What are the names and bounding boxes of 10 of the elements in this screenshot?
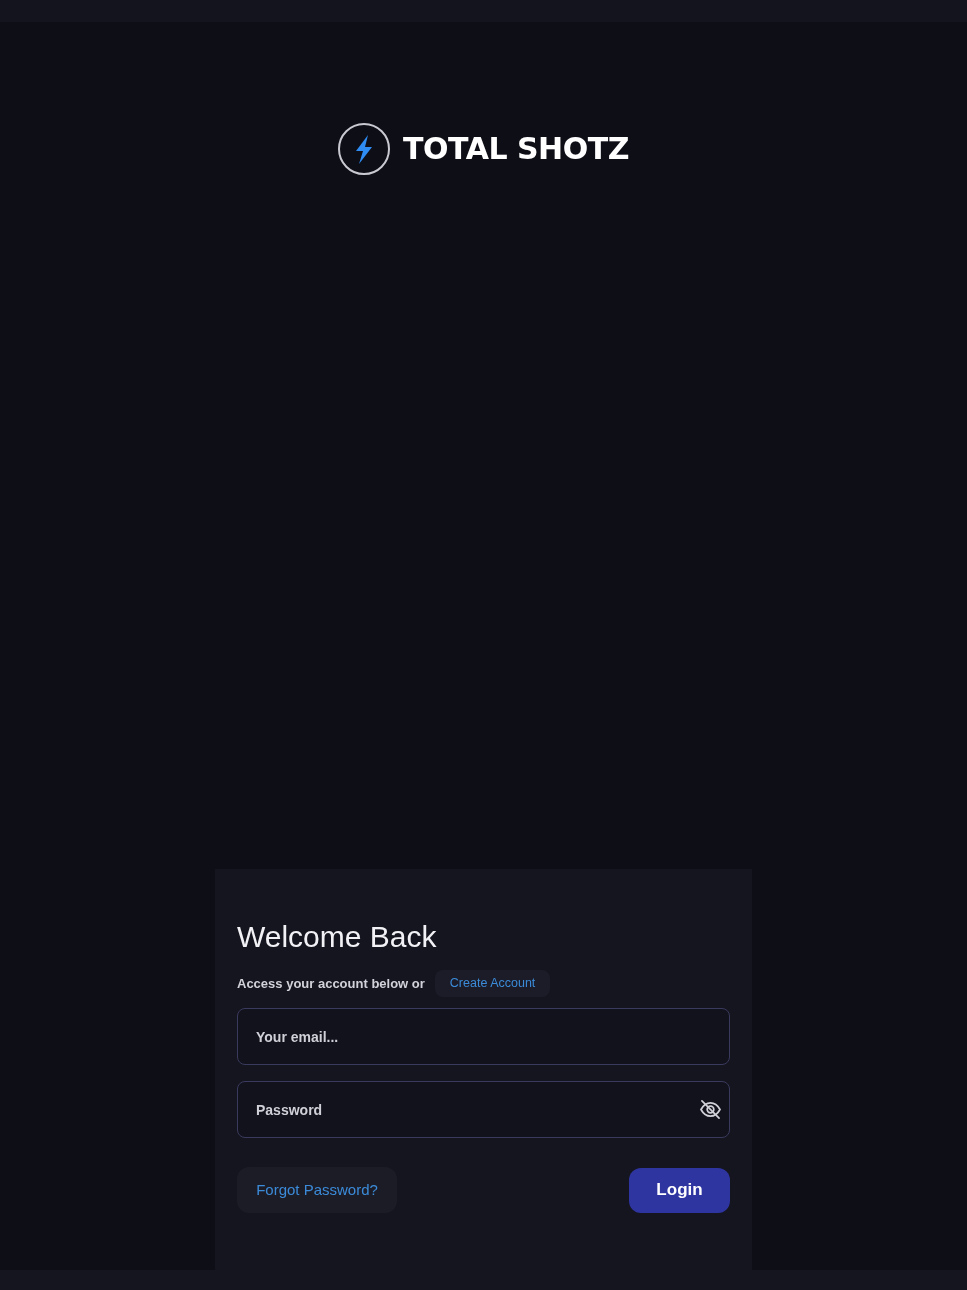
- subtitle-text: Access your account below or: [237, 974, 425, 993]
- login-button[interactable]: Login: [629, 1167, 730, 1213]
- password-field[interactable]: Password: [237, 1081, 730, 1138]
- bolt-logo-icon: [338, 123, 391, 175]
- create-account-link[interactable]: Create Account: [434, 970, 551, 997]
- eye-slash-icon[interactable]: [700, 1100, 721, 1119]
- card-title: Welcome Back: [237, 919, 437, 955]
- forgot-password-button[interactable]: Forgot Password?: [237, 1167, 397, 1213]
- email-field[interactable]: Your email...: [237, 1008, 730, 1065]
- brand-name: TOTAL SHOTZ: [403, 131, 629, 167]
